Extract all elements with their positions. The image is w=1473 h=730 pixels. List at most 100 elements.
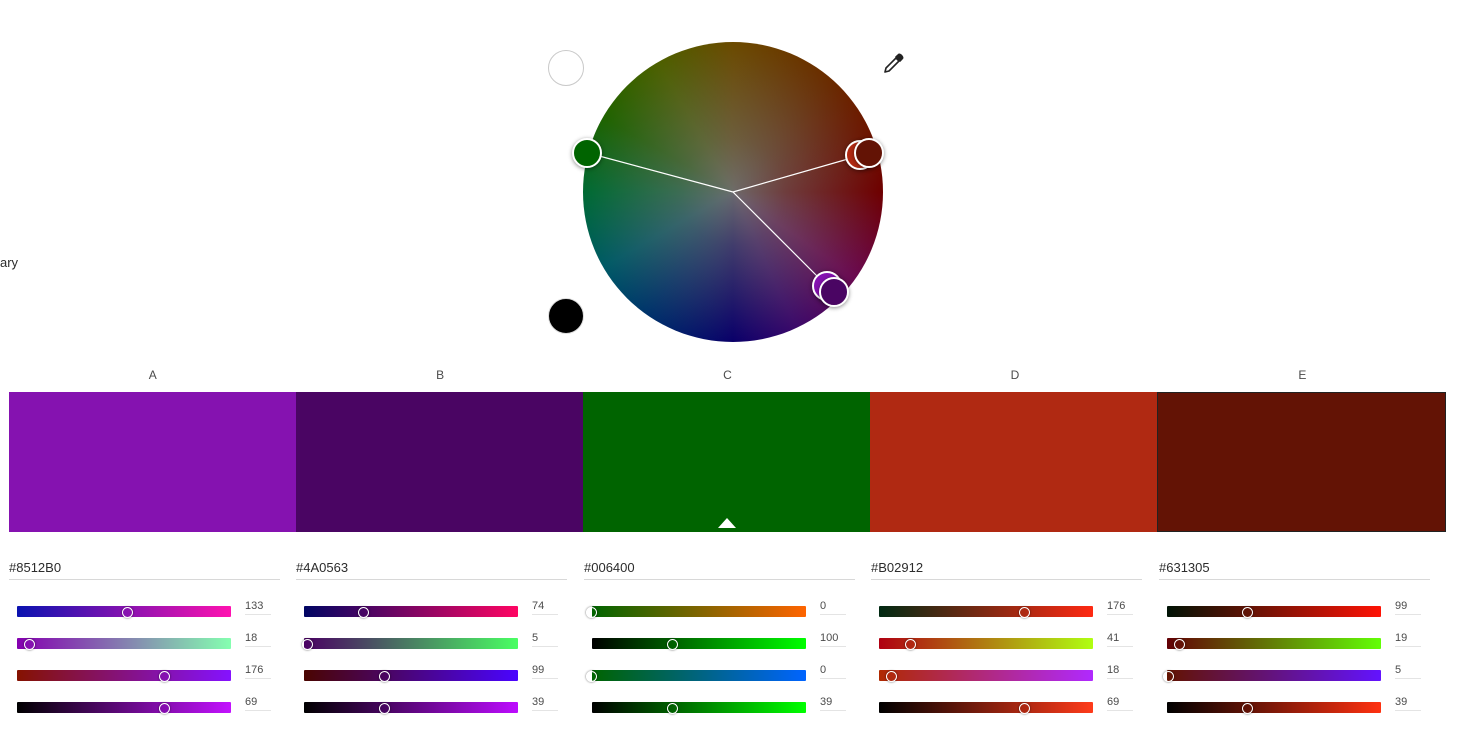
- slider-thumb[interactable]: [1242, 607, 1254, 618]
- swatch-editor-c: #006400 0 100 0 39: [584, 560, 855, 714]
- slider-value-input[interactable]: 41: [1107, 632, 1133, 647]
- wheel-handle-b[interactable]: [819, 277, 849, 307]
- hex-input-e[interactable]: #631305: [1159, 560, 1430, 580]
- slider-thumb[interactable]: [379, 671, 391, 682]
- slider-thumb[interactable]: [1018, 607, 1030, 618]
- slider-value-input[interactable]: 74: [532, 600, 558, 615]
- slider-track[interactable]: [17, 638, 231, 650]
- slider-thumb[interactable]: [586, 607, 597, 618]
- slider-value-input[interactable]: 133: [245, 600, 271, 615]
- slider-value-input[interactable]: 69: [1107, 696, 1133, 711]
- slider-track[interactable]: [879, 702, 1093, 714]
- slider-thumb[interactable]: [667, 703, 679, 714]
- slider-thumb[interactable]: [379, 703, 391, 714]
- slider-row: 74: [304, 600, 558, 618]
- swatch-editor-b: #4A0563 74 5 99 39: [296, 560, 567, 714]
- swatch-label-b: B: [436, 368, 445, 382]
- slider-track[interactable]: [592, 638, 806, 650]
- swatch-editor-a: #8512B0 133 18 176 69: [9, 560, 280, 714]
- brightness-white-handle[interactable]: [548, 50, 584, 86]
- slider-value-input[interactable]: 5: [532, 632, 558, 647]
- slider-value-input[interactable]: 5: [1395, 664, 1421, 679]
- slider-track[interactable]: [17, 670, 231, 682]
- slider-thumb[interactable]: [1163, 671, 1175, 682]
- slider-track[interactable]: [1167, 606, 1381, 618]
- swatch-labels: A B C D E: [9, 368, 1446, 382]
- slider-value-input[interactable]: 18: [245, 632, 271, 647]
- slider-track[interactable]: [302, 638, 518, 650]
- slider-thumb[interactable]: [885, 671, 897, 682]
- wheel-handle-e[interactable]: [854, 138, 884, 168]
- slider-track[interactable]: [17, 702, 231, 714]
- slider-thumb[interactable]: [667, 639, 679, 650]
- slider-value-input[interactable]: 39: [820, 696, 846, 711]
- slider-track[interactable]: [304, 670, 518, 682]
- slider-track[interactable]: [17, 606, 231, 618]
- slider-row: 69: [17, 696, 271, 714]
- swatch-label-a: A: [148, 368, 157, 382]
- slider-thumb[interactable]: [158, 671, 170, 682]
- hex-input-b[interactable]: #4A0563: [296, 560, 567, 580]
- slider-value-input[interactable]: 39: [532, 696, 558, 711]
- slider-value-input[interactable]: 0: [820, 664, 846, 679]
- eyedropper-icon[interactable]: [882, 51, 906, 75]
- hex-input-d[interactable]: #B02912: [871, 560, 1142, 580]
- swatch-d[interactable]: [870, 392, 1157, 532]
- slider-thumb[interactable]: [1173, 639, 1185, 650]
- slider-track[interactable]: [304, 606, 518, 618]
- slider-row: 18: [879, 664, 1133, 682]
- slider-track[interactable]: [879, 606, 1093, 618]
- active-swatch-marker: [717, 518, 736, 528]
- slider-value-input[interactable]: 18: [1107, 664, 1133, 679]
- hex-input-a[interactable]: #8512B0: [9, 560, 280, 580]
- wheel-handle-c[interactable]: [572, 138, 602, 168]
- slider-value-input[interactable]: 176: [1107, 600, 1133, 615]
- slider-thumb[interactable]: [122, 607, 134, 618]
- slider-row: 19: [1167, 632, 1421, 650]
- swatch-editor-e: #631305 99 19 5 39: [1159, 560, 1430, 714]
- slider-row: 39: [1167, 696, 1421, 714]
- swatch-label-c: C: [723, 368, 732, 382]
- swatch-label-d: D: [1010, 368, 1020, 382]
- slider-value-input[interactable]: 0: [820, 600, 846, 615]
- swatch-a[interactable]: [9, 392, 296, 532]
- slider-thumb[interactable]: [158, 703, 170, 714]
- swatch-e[interactable]: [1157, 392, 1446, 532]
- slider-value-input[interactable]: 69: [245, 696, 271, 711]
- brightness-black-handle[interactable]: [548, 298, 584, 334]
- slider-track[interactable]: [592, 702, 806, 714]
- swatch-b[interactable]: [296, 392, 583, 532]
- slider-thumb[interactable]: [586, 671, 597, 682]
- slider-value-input[interactable]: 176: [245, 664, 271, 679]
- slider-thumb[interactable]: [357, 607, 369, 618]
- slider-row: 133: [17, 600, 271, 618]
- slider-thumb[interactable]: [23, 639, 35, 650]
- slider-row: 69: [879, 696, 1133, 714]
- color-wheel[interactable]: [572, 42, 884, 342]
- slider-value-input[interactable]: 99: [532, 664, 558, 679]
- slider-row: 176: [879, 600, 1133, 618]
- slider-thumb[interactable]: [1242, 703, 1254, 714]
- slider-thumb[interactable]: [1018, 703, 1030, 714]
- slider-track[interactable]: [879, 638, 1093, 650]
- slider-thumb[interactable]: [302, 639, 314, 650]
- slider-track[interactable]: [586, 670, 806, 682]
- slider-track[interactable]: [1163, 670, 1381, 682]
- rule-label: ary: [0, 255, 19, 270]
- slider-row: 5: [1163, 664, 1421, 682]
- slider-value-input[interactable]: 100: [820, 632, 846, 647]
- slider-row: 18: [17, 632, 271, 650]
- slider-value-input[interactable]: 39: [1395, 696, 1421, 711]
- slider-track[interactable]: [1167, 638, 1381, 650]
- hex-input-c[interactable]: #006400: [584, 560, 855, 580]
- slider-track[interactable]: [879, 670, 1093, 682]
- slider-value-input[interactable]: 19: [1395, 632, 1421, 647]
- swatch-c[interactable]: [583, 392, 870, 532]
- slider-row: 100: [592, 632, 846, 650]
- slider-row: 176: [17, 664, 271, 682]
- slider-track[interactable]: [304, 702, 518, 714]
- slider-thumb[interactable]: [905, 639, 917, 650]
- slider-value-input[interactable]: 99: [1395, 600, 1421, 615]
- slider-track[interactable]: [1167, 702, 1381, 714]
- slider-track[interactable]: [586, 606, 806, 618]
